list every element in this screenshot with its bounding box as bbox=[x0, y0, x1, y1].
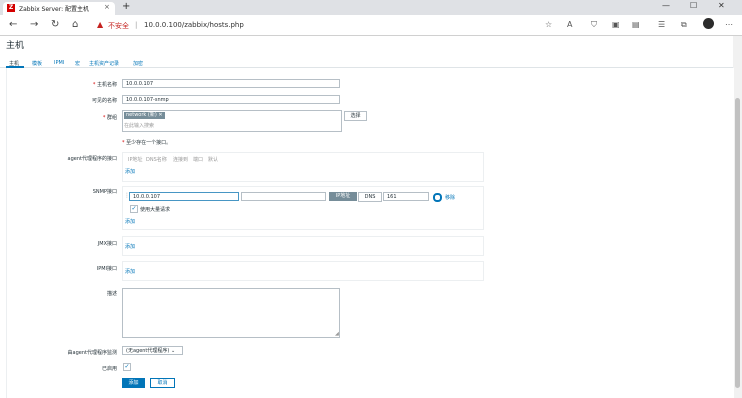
add-snmp-interface-link[interactable]: 添加 bbox=[125, 218, 135, 225]
select-groups-button[interactable]: 选择 bbox=[344, 111, 367, 121]
default-interface-radio[interactable] bbox=[433, 193, 442, 202]
home-button[interactable]: ⌂ bbox=[72, 19, 78, 30]
ipmi-interfaces-label: IPMI接口 bbox=[96, 266, 117, 272]
window-close-button[interactable]: ✕ bbox=[718, 1, 725, 10]
header-port: 端口 bbox=[193, 157, 204, 163]
resize-handle-icon[interactable]: ◢ bbox=[335, 331, 339, 337]
tab-inventory[interactable]: 主机资产记录 bbox=[89, 60, 119, 67]
add-button[interactable]: 添加 bbox=[122, 378, 145, 388]
proxy-label: 由agent代理程序监测 bbox=[67, 350, 117, 356]
tab-encryption[interactable]: 加密 bbox=[133, 60, 143, 67]
tab-ipmi[interactable]: IPMI bbox=[54, 60, 64, 66]
profile-avatar[interactable] bbox=[703, 18, 714, 29]
browser-tab[interactable]: Z Zabbix Server: 配置主机 × bbox=[3, 2, 115, 15]
snmp-port-input[interactable]: 161 bbox=[383, 192, 429, 201]
snmp-interfaces-label: SNMP接口 bbox=[92, 189, 117, 195]
header-default: 默认 bbox=[208, 157, 219, 163]
visible-name-label: 可见的名称 bbox=[91, 98, 117, 104]
forward-button[interactable]: → bbox=[30, 19, 38, 30]
bulk-requests-label: 使用大量请求 bbox=[140, 207, 171, 213]
cancel-button[interactable]: 取消 bbox=[150, 378, 175, 388]
remove-interface-link[interactable]: 移除 bbox=[445, 194, 455, 201]
tab-macros[interactable]: 宏 bbox=[75, 60, 80, 67]
group-tag[interactable]: network (新) ✕ bbox=[124, 112, 165, 119]
add-ipmi-interface-link[interactable]: 添加 bbox=[125, 268, 135, 275]
favorites-icon[interactable]: ☰ bbox=[658, 20, 665, 29]
agent-interfaces-label: agent代理程序的接口 bbox=[67, 156, 117, 162]
bulk-requests-checkbox[interactable]: ✓ bbox=[130, 205, 138, 213]
reload-button[interactable]: ↻ bbox=[51, 19, 59, 30]
visible-name-input[interactable]: 10.0.0.107-snmp bbox=[122, 95, 340, 104]
back-button[interactable]: ← bbox=[9, 19, 17, 30]
insecure-label[interactable]: 不安全 bbox=[108, 21, 129, 31]
url-field[interactable]: 10.0.0.100/zabbix/hosts.php bbox=[144, 21, 244, 29]
interface-note: * 至少存在一个接口。 bbox=[122, 140, 172, 146]
tab-templates[interactable]: 模板 bbox=[32, 60, 42, 67]
header-connect: 连接到 bbox=[173, 157, 189, 163]
snmp-ip-input[interactable]: 10.0.0.107 bbox=[129, 192, 239, 201]
page-title: 主机 bbox=[6, 41, 25, 51]
new-tab-button[interactable]: + bbox=[122, 1, 130, 12]
translate-icon[interactable]: ▤ bbox=[632, 20, 640, 29]
remove-tag-icon[interactable]: ✕ bbox=[158, 112, 162, 118]
enabled-label: 已启用 bbox=[101, 366, 117, 372]
collections-icon[interactable]: ⧉ bbox=[681, 20, 687, 30]
extension-icon[interactable]: ▣ bbox=[612, 20, 620, 29]
maximize-button[interactable]: ☐ bbox=[690, 1, 697, 10]
header-ip: IP地址 bbox=[128, 157, 143, 163]
scrollbar-thumb[interactable] bbox=[735, 98, 740, 388]
warning-icon: ▲ bbox=[97, 20, 104, 29]
add-jmx-interface-link[interactable]: 添加 bbox=[125, 243, 135, 250]
address-separator: | bbox=[135, 21, 138, 29]
hostname-input[interactable]: 10.0.0.107 bbox=[122, 79, 340, 88]
jmx-interfaces-label: JMX接口 bbox=[97, 241, 117, 247]
tab-close-icon[interactable]: × bbox=[104, 3, 110, 11]
snmp-dns-input[interactable] bbox=[241, 192, 326, 201]
connect-ip-toggle[interactable]: IP地址 bbox=[329, 192, 357, 201]
minimize-button[interactable]: — bbox=[662, 1, 670, 10]
groups-search-placeholder[interactable]: 在此输入搜索 bbox=[124, 122, 154, 129]
favorite-star-icon[interactable]: ☆ bbox=[545, 20, 552, 29]
hostname-label: * 主机名称 bbox=[92, 82, 117, 88]
header-dns: DNS名称 bbox=[146, 157, 167, 163]
ipmi-interfaces-box bbox=[122, 261, 484, 281]
add-agent-interface-link[interactable]: 添加 bbox=[125, 168, 135, 175]
browser-tab-title: Zabbix Server: 配置主机 bbox=[19, 6, 90, 13]
connect-dns-toggle[interactable]: DNS bbox=[358, 192, 382, 202]
shield-icon[interactable]: ⛉ bbox=[591, 20, 597, 30]
read-aloud-icon[interactable]: A bbox=[567, 20, 572, 29]
groups-label: * 群组 bbox=[102, 115, 117, 121]
proxy-select[interactable]: (无agent代理程序) ⌄ bbox=[122, 346, 183, 355]
description-label: 描述 bbox=[106, 291, 117, 297]
jmx-interfaces-box bbox=[122, 236, 484, 256]
more-menu-icon[interactable]: ⋯ bbox=[725, 20, 733, 29]
description-textarea[interactable] bbox=[122, 288, 340, 338]
enabled-checkbox[interactable]: ✓ bbox=[123, 363, 131, 371]
zabbix-favicon-icon: Z bbox=[7, 4, 15, 12]
